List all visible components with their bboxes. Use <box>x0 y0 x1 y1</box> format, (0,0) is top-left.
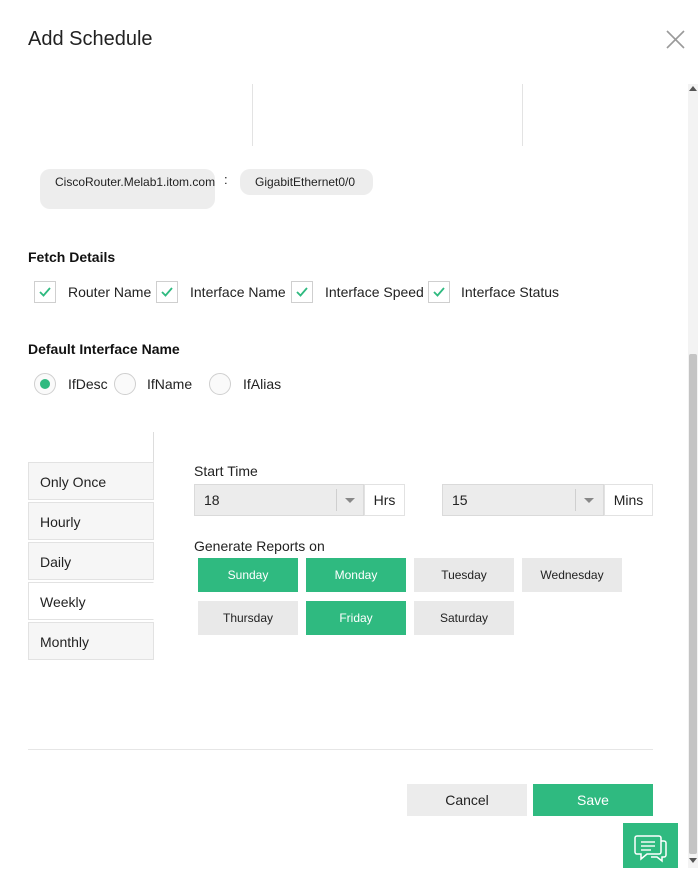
save-button[interactable]: Save <box>533 784 653 816</box>
tab-divider <box>153 432 154 462</box>
ifalias-radio[interactable] <box>209 373 231 395</box>
router-name-label: Router Name <box>68 284 152 300</box>
ifalias-label: IfAlias <box>243 376 282 392</box>
day-monday[interactable]: Monday <box>306 558 406 592</box>
tab-hourly[interactable]: Hourly <box>28 502 154 540</box>
minutes-value: 15 <box>452 492 468 508</box>
minutes-select[interactable]: 15 <box>442 484 604 516</box>
ifname-label: IfName <box>147 376 193 392</box>
day-thursday[interactable]: Thursday <box>198 601 298 635</box>
interface-name-checkbox[interactable] <box>156 281 178 303</box>
default-interface-name-title: Default Interface Name <box>28 341 180 357</box>
interface-speed-checkbox[interactable] <box>291 281 313 303</box>
interface-name-label: Interface Name <box>190 284 286 300</box>
scroll-up-arrow-icon[interactable] <box>689 86 697 91</box>
footer-divider <box>28 749 653 750</box>
interface-chip: GigabitEthernet0/0 <box>240 169 373 195</box>
interface-status-label: Interface Status <box>461 284 560 300</box>
hours-select[interactable]: 18 <box>194 484 364 516</box>
select-separator <box>575 489 576 511</box>
chevron-down-icon <box>345 498 355 503</box>
check-icon <box>39 287 51 297</box>
day-saturday[interactable]: Saturday <box>414 601 514 635</box>
day-wednesday[interactable]: Wednesday <box>522 558 622 592</box>
hours-unit: Hrs <box>364 484 405 516</box>
tab-weekly[interactable]: Weekly <box>28 582 154 620</box>
start-time-label: Start Time <box>194 463 258 479</box>
ifdesc-radio[interactable] <box>34 373 56 395</box>
check-icon <box>161 287 173 297</box>
chat-button[interactable] <box>623 823 678 868</box>
generate-reports-label: Generate Reports on <box>194 538 325 554</box>
hours-value: 18 <box>204 492 220 508</box>
vertical-scrollbar[interactable] <box>688 84 698 868</box>
close-icon[interactable] <box>662 28 688 52</box>
scrollbar-thumb[interactable] <box>689 354 697 854</box>
day-sunday[interactable]: Sunday <box>198 558 298 592</box>
column-divider <box>522 84 523 146</box>
ifdesc-label: IfDesc <box>68 376 108 392</box>
router-name-checkbox[interactable] <box>34 281 56 303</box>
check-icon <box>296 287 308 297</box>
check-icon <box>433 287 445 297</box>
tab-only-once[interactable]: Only Once <box>28 462 154 500</box>
tab-monthly[interactable]: Monthly <box>28 622 154 660</box>
ifname-radio[interactable] <box>114 373 136 395</box>
day-tuesday[interactable]: Tuesday <box>414 558 514 592</box>
chip-separator: : <box>224 172 228 187</box>
router-chip: CiscoRouter.Melab1.itom.com <box>40 169 215 209</box>
chat-icon <box>634 835 667 863</box>
frequency-tabs: Only Once Hourly Daily Weekly Monthly <box>28 432 154 662</box>
day-friday[interactable]: Friday <box>306 601 406 635</box>
radio-selected-dot <box>40 379 50 389</box>
dialog-header: Add Schedule <box>0 0 698 84</box>
interface-status-checkbox[interactable] <box>428 281 450 303</box>
scroll-down-arrow-icon[interactable] <box>689 858 697 863</box>
tab-daily[interactable]: Daily <box>28 542 154 580</box>
interface-speed-label: Interface Speed <box>325 284 424 300</box>
chevron-down-icon <box>584 498 594 503</box>
minutes-unit: Mins <box>604 484 653 516</box>
column-divider <box>252 84 253 146</box>
fetch-details-title: Fetch Details <box>28 249 116 265</box>
dialog-title: Add Schedule <box>28 28 153 50</box>
select-separator <box>336 489 337 511</box>
cancel-button[interactable]: Cancel <box>407 784 527 816</box>
